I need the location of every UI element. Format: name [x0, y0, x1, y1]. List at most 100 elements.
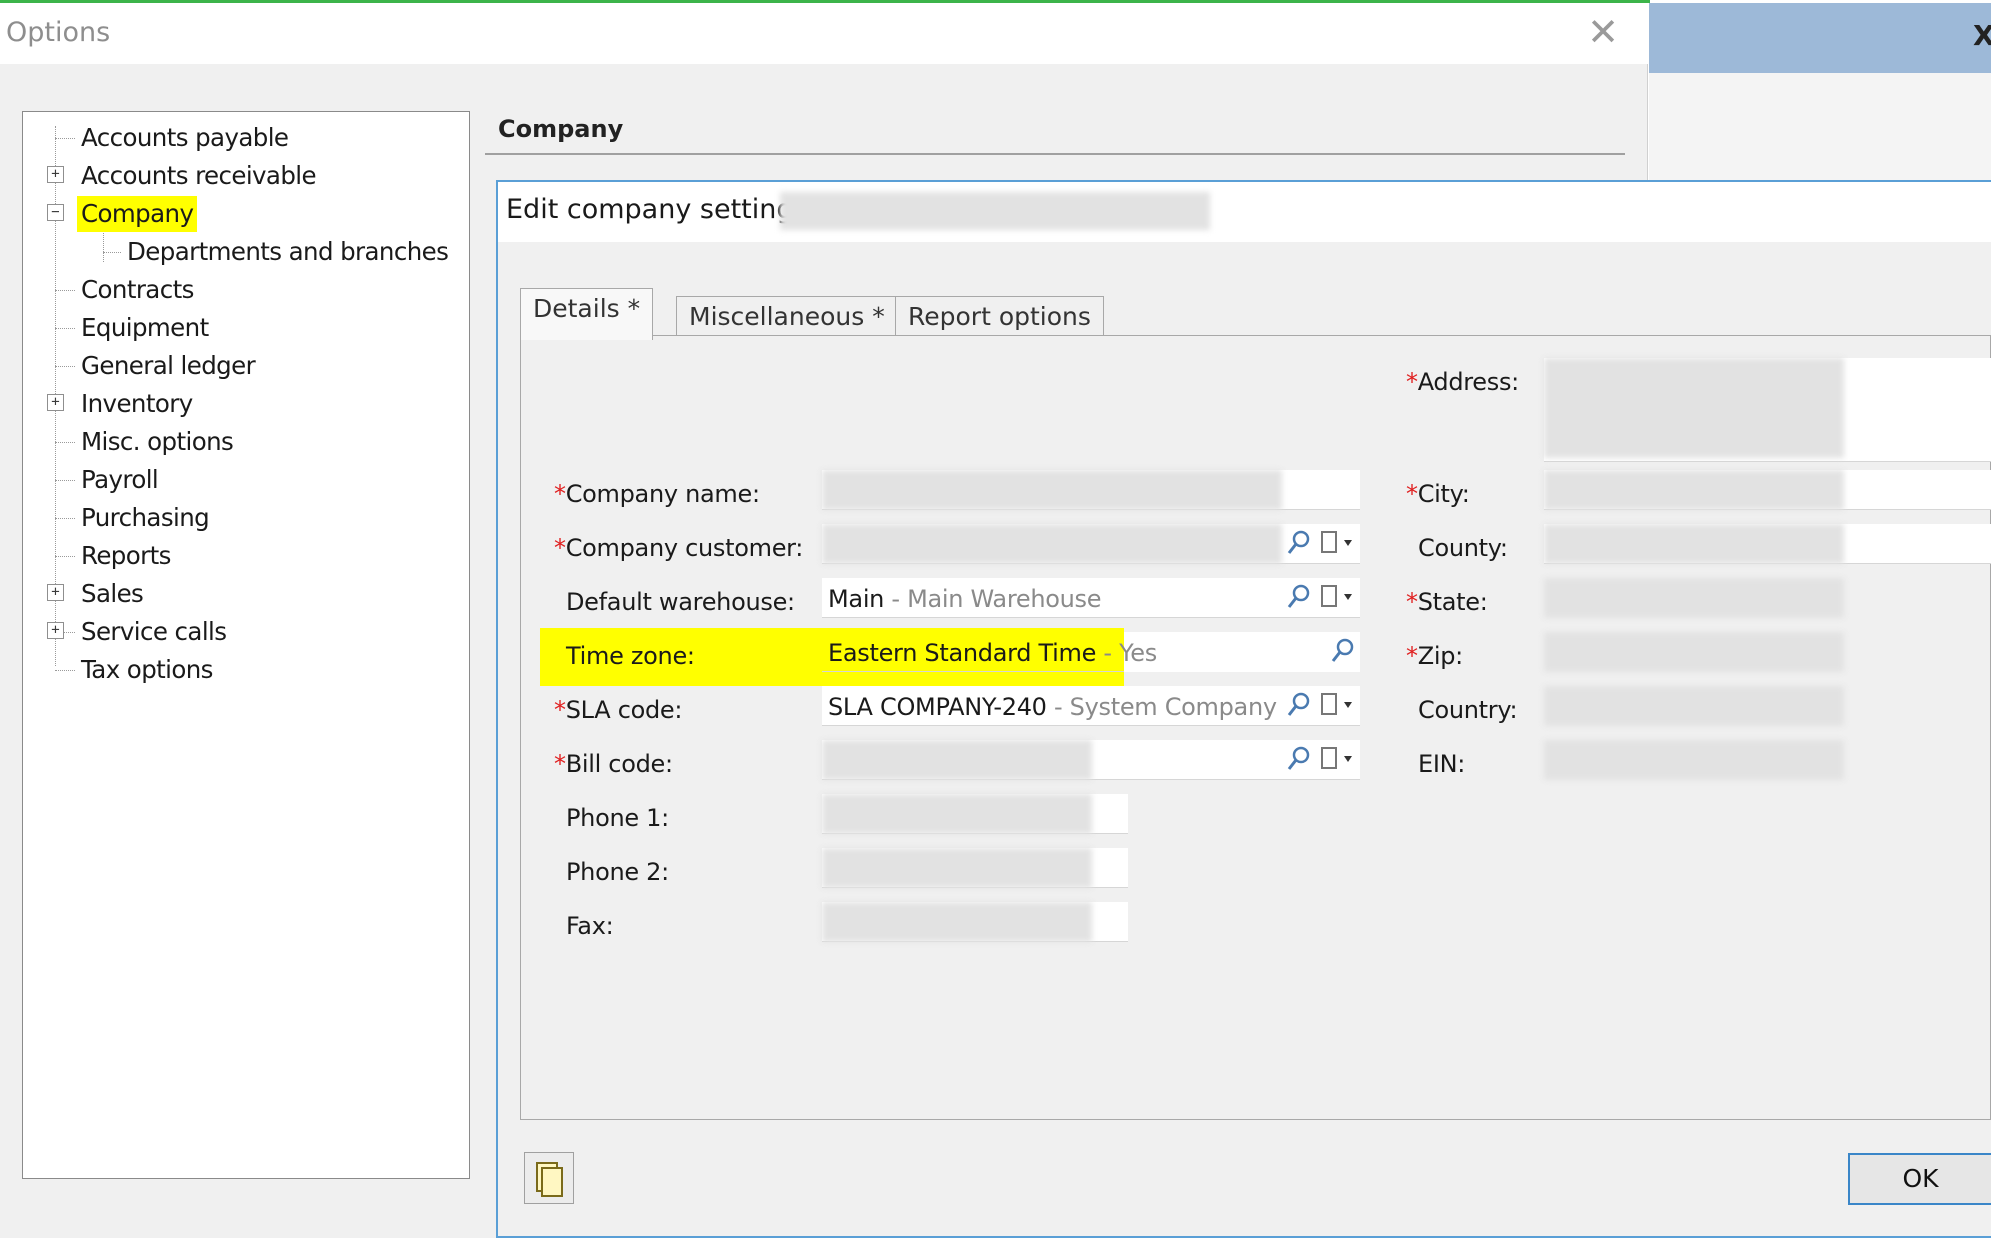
county-field[interactable]: [1544, 524, 1991, 564]
redacted-value: [1544, 358, 1844, 458]
required-marker: *: [554, 480, 566, 508]
background-window-titlebar: X: [1649, 3, 1991, 73]
expand-icon[interactable]: +: [47, 622, 64, 639]
tree-item-reports[interactable]: Reports: [81, 538, 171, 574]
sla-code-label: *SLA code:: [554, 696, 683, 724]
tree-item-service-calls[interactable]: Service calls: [81, 614, 227, 650]
tab-details[interactable]: Details *: [520, 288, 654, 340]
dropdown-menu-icon[interactable]: [1316, 744, 1360, 774]
ein-field[interactable]: [1544, 740, 1844, 780]
expand-icon[interactable]: +: [47, 166, 64, 183]
tab-report-options[interactable]: Report options: [895, 296, 1104, 340]
redacted-value: [822, 740, 1092, 780]
phone1-field[interactable]: [822, 794, 1128, 834]
edit-company-dialog: Edit company settings Details * Miscella…: [496, 180, 1991, 1238]
tree-item-equipment[interactable]: Equipment: [81, 310, 209, 346]
state-field[interactable]: [1544, 578, 1844, 618]
phone2-field[interactable]: [822, 848, 1128, 888]
tree-item-accounts-payable[interactable]: Accounts payable: [81, 120, 289, 156]
company-divider: [485, 153, 1625, 155]
tree-connector: [55, 138, 75, 139]
tree-connector: [55, 518, 75, 519]
tree-item-general-ledger[interactable]: General ledger: [81, 348, 256, 384]
zip-label: *Zip:: [1406, 642, 1463, 670]
fax-label: Fax:: [566, 912, 614, 940]
tree-connector: [55, 480, 75, 481]
time-zone-value: Eastern Standard Time: [828, 639, 1097, 667]
magnifier-icon[interactable]: [1284, 744, 1312, 774]
dropdown-menu-icon[interactable]: [1316, 582, 1360, 612]
country-label: Country:: [1418, 696, 1518, 724]
notes-button[interactable]: [524, 1152, 574, 1204]
address-field[interactable]: [1544, 358, 1991, 462]
tree-connector: [55, 366, 75, 367]
redacted-value: [1544, 524, 1844, 564]
country-field[interactable]: [1544, 686, 1844, 726]
tree-item-inventory[interactable]: Inventory: [81, 386, 193, 422]
phone2-label: Phone 2:: [566, 858, 669, 886]
company-name-label: *Company name:: [554, 480, 760, 508]
zip-field[interactable]: [1544, 632, 1844, 672]
fax-field[interactable]: [822, 902, 1128, 942]
magnifier-icon[interactable]: [1284, 690, 1312, 720]
sla-code-value: SLA COMPANY-240: [828, 693, 1047, 721]
collapse-icon[interactable]: −: [47, 204, 64, 221]
tree-item-accounts-receivable[interactable]: Accounts receivable: [81, 158, 317, 194]
tree-item-misc-options[interactable]: Misc. options: [81, 424, 234, 460]
required-marker: *: [1406, 480, 1418, 508]
options-tree: + − + + + Accounts payable Accounts rece…: [22, 111, 470, 1179]
tree-item-company[interactable]: Company: [77, 196, 198, 232]
default-warehouse-field[interactable]: Main - Main Warehouse: [822, 578, 1360, 618]
options-titlebar: Options ✕: [0, 3, 1648, 64]
tree-item-purchasing[interactable]: Purchasing: [81, 500, 210, 536]
redacted-company-name: [780, 192, 1210, 230]
address-label: *Address:: [1406, 368, 1519, 396]
redacted-value: [822, 470, 1282, 510]
required-marker: *: [1406, 642, 1418, 670]
required-marker: *: [554, 534, 566, 562]
dropdown-menu-icon[interactable]: [1316, 690, 1360, 720]
company-customer-field[interactable]: [822, 524, 1360, 564]
dialog-titlebar: Edit company settings: [498, 182, 1991, 242]
sla-code-description: - System Company: [1046, 693, 1277, 721]
magnifier-icon[interactable]: [1328, 636, 1356, 666]
county-label: County:: [1418, 534, 1508, 562]
tree-item-departments-and-branches[interactable]: Departments and branches: [127, 234, 449, 270]
close-icon[interactable]: ✕: [1582, 11, 1624, 53]
tree-connector: [55, 290, 75, 291]
tree-item-contracts[interactable]: Contracts: [81, 272, 194, 308]
redacted-value: [822, 902, 1092, 942]
redacted-value: [1544, 470, 1844, 510]
bill-code-label: *Bill code:: [554, 750, 673, 778]
redacted-value: [822, 794, 1092, 834]
bill-code-field[interactable]: [822, 740, 1360, 780]
phone1-label: Phone 1:: [566, 804, 669, 832]
sla-code-field[interactable]: SLA COMPANY-240 - System Company: [822, 686, 1360, 726]
time-zone-label: Time zone:: [566, 642, 695, 670]
redacted-value: [822, 524, 1282, 564]
magnifier-icon[interactable]: [1284, 528, 1312, 558]
magnifier-icon[interactable]: [1284, 582, 1312, 612]
tree-connector: [55, 328, 75, 329]
company-panel-header: Company: [498, 115, 624, 143]
tree-item-sales[interactable]: Sales: [81, 576, 144, 612]
expand-icon[interactable]: +: [47, 394, 64, 411]
ok-button[interactable]: OK: [1848, 1153, 1991, 1205]
dropdown-menu-icon[interactable]: [1316, 528, 1360, 558]
dialog-title: Edit company settings: [506, 194, 808, 225]
default-warehouse-label: Default warehouse:: [566, 588, 795, 616]
default-warehouse-value: Main: [828, 585, 885, 613]
expand-icon[interactable]: +: [47, 584, 64, 601]
tab-miscellaneous[interactable]: Miscellaneous *: [676, 296, 898, 340]
company-name-field[interactable]: [822, 470, 1360, 510]
tree-connector: [55, 556, 75, 557]
city-label: *City:: [1406, 480, 1470, 508]
tree-item-payroll[interactable]: Payroll: [81, 462, 159, 498]
tree-item-tax-options[interactable]: Tax options: [81, 652, 213, 688]
time-zone-description: - Yes: [1096, 639, 1157, 667]
ein-label: EIN:: [1418, 750, 1466, 778]
tree-connector: [103, 252, 121, 253]
time-zone-field[interactable]: Eastern Standard Time - Yes: [822, 632, 1360, 672]
city-field[interactable]: [1544, 470, 1991, 510]
background-close-icon[interactable]: X: [1973, 19, 1991, 52]
